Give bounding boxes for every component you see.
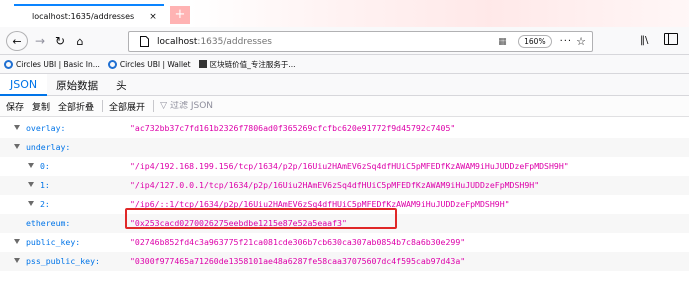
star-icon[interactable]: ☆: [576, 35, 586, 48]
collapse-all-button[interactable]: 全部折叠: [58, 100, 94, 113]
reload-button[interactable]: ↻: [52, 31, 68, 51]
filter-json-input[interactable]: [169, 101, 290, 111]
filter-icon: ▽: [160, 101, 167, 111]
url-bar[interactable]: localhost:1635/addresses ▦ 160% ··· ☆: [128, 31, 593, 52]
expand-toggle-icon[interactable]: [14, 125, 20, 130]
navigation-bar: ← → ↻ ⌂ localhost:1635/addresses ▦ 160% …: [0, 27, 689, 55]
bookmarks-toolbar: Circles UBI | Basic In... Circles UBI | …: [0, 55, 689, 74]
bookmark-item[interactable]: 区块链价值_专注服务于...: [198, 59, 296, 70]
new-tab-button[interactable]: +: [170, 6, 190, 24]
expand-toggle-icon[interactable]: [28, 182, 34, 187]
json-row[interactable]: pss_public_key: "0300f977465a71260de13581…: [0, 252, 689, 271]
json-key: pss_public_key:: [26, 256, 100, 266]
json-value: "02746b852fd4c3a963775f21ca081cde306b7cb…: [130, 237, 466, 247]
page-icon: [137, 36, 151, 48]
sidebar-icon[interactable]: [664, 33, 678, 45]
tab-title: localhost:1635/addresses: [32, 12, 135, 21]
arrow-left-icon: ←: [12, 34, 22, 48]
url-host: localhost: [157, 36, 198, 47]
forward-button[interactable]: →: [32, 31, 48, 51]
more-icon[interactable]: ···: [560, 36, 573, 47]
json-key: public_key:: [26, 237, 81, 247]
expand-toggle-icon[interactable]: [28, 163, 34, 168]
back-button[interactable]: ←: [6, 31, 28, 51]
library-icon[interactable]: ‖\: [640, 35, 648, 46]
toolbar-divider: [153, 100, 155, 112]
url-path: :1635/addresses: [197, 36, 272, 47]
expand-toggle-icon[interactable]: [28, 201, 34, 206]
circles-logo-icon: [107, 59, 117, 69]
toolbar-divider: [102, 100, 104, 112]
bookmark-item[interactable]: Circles UBI | Wallet: [107, 59, 191, 69]
save-button[interactable]: 保存: [6, 100, 24, 113]
zoom-level-badge[interactable]: 160%: [518, 35, 552, 48]
bookmark-label: Circles UBI | Wallet: [119, 59, 191, 69]
json-value: "/ip4/127.0.0.1/tcp/1634/p2p/16Uiu2HAmEV…: [130, 180, 540, 190]
copy-button[interactable]: 复制: [32, 100, 50, 113]
browser-tab[interactable]: localhost:1635/addresses ×: [14, 4, 164, 27]
home-button[interactable]: ⌂: [72, 31, 88, 51]
reload-icon: ↻: [54, 34, 66, 48]
expand-all-button[interactable]: 全部展开: [109, 100, 145, 113]
arrow-right-icon: →: [34, 34, 46, 48]
circles-logo-icon: [4, 59, 13, 69]
json-key: underlay:: [26, 142, 71, 152]
expand-toggle-icon[interactable]: [14, 144, 20, 149]
json-key: ethereum:: [26, 218, 71, 228]
tab-raw-data[interactable]: 原始数据: [47, 74, 107, 96]
bookmark-label: 区块链价值_专注服务于...: [209, 59, 296, 69]
expand-toggle-icon[interactable]: [14, 239, 20, 244]
expand-toggle-icon[interactable]: [14, 258, 20, 263]
json-tree: overlay: "ac732bb37c7fd161b2326f7806ad0f3…: [0, 117, 689, 305]
tab-headers[interactable]: 头: [107, 74, 136, 96]
json-key: 2:: [40, 199, 50, 209]
qr-code-icon[interactable]: ▦: [498, 37, 512, 47]
json-row[interactable]: public_key: "02746b852fd4c3a963775f21ca08…: [0, 233, 689, 252]
tab-strip: localhost:1635/addresses × +: [0, 0, 689, 27]
tab-json[interactable]: JSON: [0, 74, 48, 96]
json-value: "0300f977465a71260de1358101ae48a6287fe58…: [130, 256, 466, 266]
json-key: 0:: [40, 161, 50, 171]
json-value: "ac732bb37c7fd161b2326f7806ad0f365269cfc…: [130, 123, 456, 133]
json-row[interactable]: underlay:: [0, 138, 689, 157]
tab-strip-background: [190, 0, 689, 27]
highlight-box: [125, 208, 397, 229]
json-toolbar: 保存 复制 全部折叠 全部展开 ▽: [0, 96, 689, 117]
close-icon[interactable]: ×: [146, 12, 160, 22]
json-viewer-tabs: JSON 原始数据 头: [0, 74, 689, 96]
json-row[interactable]: 0: "/ip4/192.168.199.156/tcp/1634/p2p/16U…: [0, 157, 689, 176]
url-text[interactable]: localhost:1635/addresses: [157, 37, 498, 47]
json-value: "/ip4/192.168.199.156/tcp/1634/p2p/16Uiu…: [130, 161, 569, 171]
square-icon: [198, 60, 207, 68]
json-key: 1:: [40, 180, 50, 190]
home-icon: ⌂: [76, 34, 84, 48]
json-row[interactable]: overlay: "ac732bb37c7fd161b2326f7806ad0f3…: [0, 119, 689, 138]
json-row[interactable]: 1: "/ip4/127.0.0.1/tcp/1634/p2p/16Uiu2HAm…: [0, 176, 689, 195]
bookmark-label: Circles UBI | Basic In...: [16, 59, 100, 69]
json-key: overlay:: [26, 123, 66, 133]
bookmark-item[interactable]: Circles UBI | Basic In...: [4, 59, 100, 69]
